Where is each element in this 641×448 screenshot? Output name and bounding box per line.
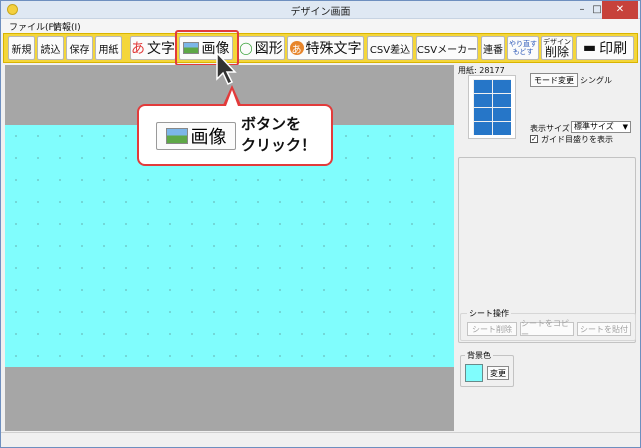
delete-label: 削除 — [544, 44, 569, 59]
menu-info[interactable]: 情報(I) — [53, 20, 81, 33]
print-button-label: 印刷 — [599, 41, 628, 57]
redo-undo-button[interactable]: やり直す もどす — [507, 36, 539, 60]
display-size-label: 表示サイズ — [530, 124, 570, 133]
mode-change-button[interactable]: モード変更 — [530, 73, 578, 87]
sheet-ops-group: シート操作 シート削除 シートをコピー シートを貼付 — [460, 308, 636, 341]
sheet-delete-button[interactable]: シート削除 — [467, 322, 517, 336]
callout-text: ボタンを クリック！ — [241, 114, 331, 156]
csv-merge-button[interactable]: CSV差込 — [367, 36, 413, 60]
redo-label: やり直す — [509, 40, 537, 48]
print-button[interactable]: ▬ 印刷 — [576, 36, 634, 60]
sheet-paste-button[interactable]: シートを貼付 — [577, 322, 631, 336]
paper-button[interactable]: 用紙 — [95, 36, 122, 60]
instruction-callout: 画像 ボタンを クリック！ — [137, 104, 333, 166]
save-button[interactable]: 保存 — [66, 36, 93, 60]
bg-color-group: 背景色 変更 — [460, 350, 514, 387]
new-button[interactable]: 新規 — [8, 36, 35, 60]
special-text-button[interactable]: あ 特殊文字 — [287, 36, 364, 60]
text-icon: あ — [131, 41, 145, 57]
sheet-ops-label: シート操作 — [467, 308, 511, 319]
side-panel: 用紙: 28177 モード変更 シングル 表示サイズ 標準サイズ ▼ ✓ ガイド… — [456, 65, 638, 431]
display-size-value: 標準サイズ — [574, 122, 614, 131]
delete-button[interactable]: デザイン 削除 — [541, 36, 573, 60]
special-text-icon: あ — [289, 41, 304, 56]
status-bar — [1, 432, 640, 447]
special-text-button-label: 特殊文字 — [305, 41, 362, 57]
csv-maker-button[interactable]: CSVメーカー — [416, 36, 478, 60]
image-icon — [165, 128, 188, 144]
bg-color-label: 背景色 — [465, 350, 493, 361]
close-button[interactable]: ✕ — [602, 1, 638, 19]
mode-value: シングル — [580, 76, 612, 85]
callout-image-button: 画像 — [156, 122, 236, 150]
display-size-select[interactable]: 標準サイズ ▼ — [571, 121, 631, 133]
sheet-thumbnail[interactable] — [468, 75, 516, 139]
callout-line-2: クリック！ — [241, 136, 317, 154]
print-icon: ▬ — [582, 40, 597, 56]
shape-icon: ◯ — [239, 41, 253, 55]
menu-bar: ファイル(F) 情報(I) — [1, 19, 640, 33]
mouse-cursor-icon — [216, 51, 237, 86]
load-button[interactable]: 読込 — [37, 36, 64, 60]
callout-button-label: 画像 — [190, 127, 227, 148]
toolbar: 新規 読込 保存 用紙 あ 文字 画像 ◯ 図形 あ 特殊文字 CSV差込 CS… — [3, 33, 638, 63]
text-button[interactable]: あ 文字 — [130, 36, 176, 60]
bg-color-change-button[interactable]: 変更 — [487, 366, 509, 380]
window-title: デザイン画面 — [290, 7, 351, 18]
serial-button[interactable]: 連番 — [481, 36, 505, 60]
undo-label: もどす — [512, 48, 534, 56]
chevron-down-icon: ▼ — [622, 123, 628, 131]
menu-file[interactable]: ファイル(F) — [9, 20, 57, 33]
guide-checkbox-label: ガイド目盛りを表示 — [541, 135, 613, 144]
app-window: デザイン画面 – □ ✕ ファイル(F) 情報(I) 新規 読込 保存 用紙 あ… — [0, 0, 641, 448]
callout-line-1: ボタンを — [241, 115, 302, 133]
title-bar: デザイン画面 – □ ✕ — [1, 1, 640, 19]
sheet-copy-button[interactable]: シートをコピー — [520, 319, 574, 339]
sheet-thumbnail-grid — [473, 79, 511, 135]
bg-color-swatch[interactable] — [465, 364, 483, 382]
text-button-label: 文字 — [147, 41, 175, 57]
guide-checkbox[interactable]: ✓ — [530, 135, 538, 143]
shape-button-label: 図形 — [254, 41, 283, 57]
callout-tail-inner — [226, 90, 238, 106]
shape-button[interactable]: ◯ 図形 — [237, 36, 285, 60]
